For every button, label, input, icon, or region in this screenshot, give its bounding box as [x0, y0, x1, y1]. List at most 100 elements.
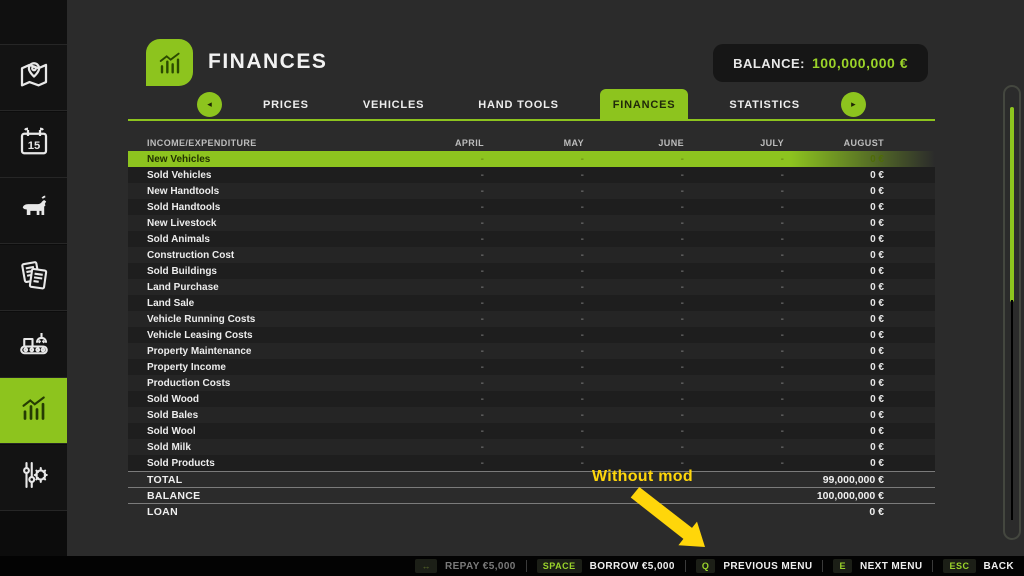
row-value: - — [584, 394, 684, 405]
help-previous-menu[interactable]: QPREVIOUS MENU — [696, 559, 813, 573]
sidebar-item-calendar[interactable]: 15 — [0, 112, 67, 178]
row-value: 0 € — [784, 282, 884, 293]
row-value: - — [584, 410, 684, 421]
table-row[interactable]: Sold Handtools----0 € — [128, 199, 935, 215]
row-value: 0 € — [784, 234, 884, 245]
row-value: - — [584, 362, 684, 373]
balance-value: 100,000,000 € — [812, 55, 908, 71]
tab-underline — [128, 119, 935, 121]
table-row[interactable]: Sold Wool----0 € — [128, 423, 935, 439]
tab-statistics[interactable]: STATISTICS — [716, 91, 813, 119]
help-label: REPAY €5,000 — [445, 561, 516, 572]
tab-vehicles[interactable]: VEHICLES — [350, 91, 437, 119]
table-row[interactable]: New Vehicles----0 € — [128, 151, 935, 167]
tab-next-arrow[interactable]: ▸ — [841, 92, 866, 117]
sidebar-item-animals[interactable] — [0, 178, 67, 244]
table-row[interactable]: Sold Buildings----0 € — [128, 263, 935, 279]
row-value: - — [384, 394, 484, 405]
sidebar-item-production[interactable] — [0, 312, 67, 378]
row-value: - — [584, 266, 684, 277]
row-value: 0 € — [784, 186, 884, 197]
row-value: - — [384, 458, 484, 469]
settings-icon — [16, 457, 52, 498]
sidebar-item-map[interactable] — [0, 45, 67, 111]
row-value: 0 € — [784, 426, 884, 437]
row-label: Vehicle Running Costs — [128, 314, 384, 325]
table-row[interactable]: New Handtools----0 € — [128, 183, 935, 199]
table-row[interactable]: Land Sale----0 € — [128, 295, 935, 311]
sidebar-item-settings[interactable] — [0, 445, 67, 511]
row-value: - — [384, 362, 484, 373]
row-label: Production Costs — [128, 378, 384, 389]
help-label: NEXT MENU — [860, 561, 923, 572]
row-value: - — [484, 410, 584, 421]
row-value: - — [684, 314, 784, 325]
row-value: - — [584, 458, 684, 469]
column-header: JUNE — [584, 138, 684, 148]
row-label: Sold Products — [128, 458, 384, 469]
row-value: - — [684, 202, 784, 213]
tab-prev-arrow[interactable]: ◂ — [197, 92, 222, 117]
table-summary: TOTAL99,000,000 €BALANCE100,000,000 €LOA… — [128, 471, 935, 519]
separator — [685, 560, 686, 572]
scrollbar-thumb[interactable] — [1010, 107, 1014, 302]
tab-hand-tools[interactable]: HAND TOOLS — [465, 91, 572, 119]
balance-label: BALANCE: — [733, 56, 805, 71]
table-row[interactable]: Vehicle Running Costs----0 € — [128, 311, 935, 327]
sidebar-item-contracts[interactable] — [0, 245, 67, 311]
row-value: - — [384, 234, 484, 245]
table-row[interactable]: Construction Cost----0 € — [128, 247, 935, 263]
main-panel: FINANCES BALANCE: 100,000,000 € ◂ PRICES… — [67, 0, 1024, 556]
row-value: - — [684, 426, 784, 437]
row-value: - — [384, 410, 484, 421]
table-row[interactable]: Sold Milk----0 € — [128, 439, 935, 455]
summary-row: BALANCE100,000,000 € — [128, 487, 935, 503]
row-value: - — [484, 362, 584, 373]
row-value: - — [484, 218, 584, 229]
help-back[interactable]: ESCBACK — [943, 559, 1014, 573]
row-value: - — [484, 234, 584, 245]
table-row[interactable]: Property Income----0 € — [128, 359, 935, 375]
table-row[interactable]: Sold Bales----0 € — [128, 407, 935, 423]
table-row[interactable]: Production Costs----0 € — [128, 375, 935, 391]
table-row[interactable]: New Livestock----0 € — [128, 215, 935, 231]
tab-finances[interactable]: FINANCES — [600, 89, 689, 120]
table-row[interactable]: Sold Vehicles----0 € — [128, 167, 935, 183]
summary-row: LOAN0 € — [128, 503, 935, 519]
row-value: - — [684, 362, 784, 373]
row-value: - — [684, 250, 784, 261]
row-value: - — [584, 442, 684, 453]
row-value: - — [384, 202, 484, 213]
key-badge: Q — [696, 559, 716, 573]
sidebar: 15 — [0, 0, 67, 556]
row-label: Property Maintenance — [128, 346, 384, 357]
row-value: - — [484, 330, 584, 341]
scrollbar[interactable] — [1003, 85, 1021, 540]
table-row[interactable]: Sold Wood----0 € — [128, 391, 935, 407]
column-header: APRIL — [384, 138, 484, 148]
row-value: - — [684, 330, 784, 341]
help-borrow-5-000[interactable]: SPACEBORROW €5,000 — [537, 559, 675, 573]
table-row[interactable]: Property Maintenance----0 € — [128, 343, 935, 359]
sidebar-item-finances[interactable] — [0, 378, 67, 444]
table-header-row: INCOME/EXPENDITUREAPRILMAYJUNEJULYAUGUST — [128, 134, 935, 151]
summary-value: 0 € — [869, 506, 884, 518]
row-value: - — [584, 154, 684, 165]
table-row[interactable]: Sold Products----0 € — [128, 455, 935, 471]
row-value: - — [484, 186, 584, 197]
table-row[interactable]: Sold Animals----0 € — [128, 231, 935, 247]
row-value: - — [484, 202, 584, 213]
row-value: - — [484, 154, 584, 165]
row-value: - — [384, 282, 484, 293]
row-value: - — [484, 170, 584, 181]
row-label: Land Sale — [128, 298, 384, 309]
row-value: - — [584, 314, 684, 325]
svg-text:15: 15 — [27, 140, 40, 152]
cow-icon — [16, 190, 52, 231]
bottom-help-bar: ↔REPAY €5,000SPACEBORROW €5,000QPREVIOUS… — [0, 556, 1024, 576]
table-row[interactable]: Land Purchase----0 € — [128, 279, 935, 295]
row-value: - — [584, 282, 684, 293]
tab-prices[interactable]: PRICES — [250, 91, 322, 119]
help-next-menu[interactable]: ENEXT MENU — [833, 559, 922, 573]
table-row[interactable]: Vehicle Leasing Costs----0 € — [128, 327, 935, 343]
